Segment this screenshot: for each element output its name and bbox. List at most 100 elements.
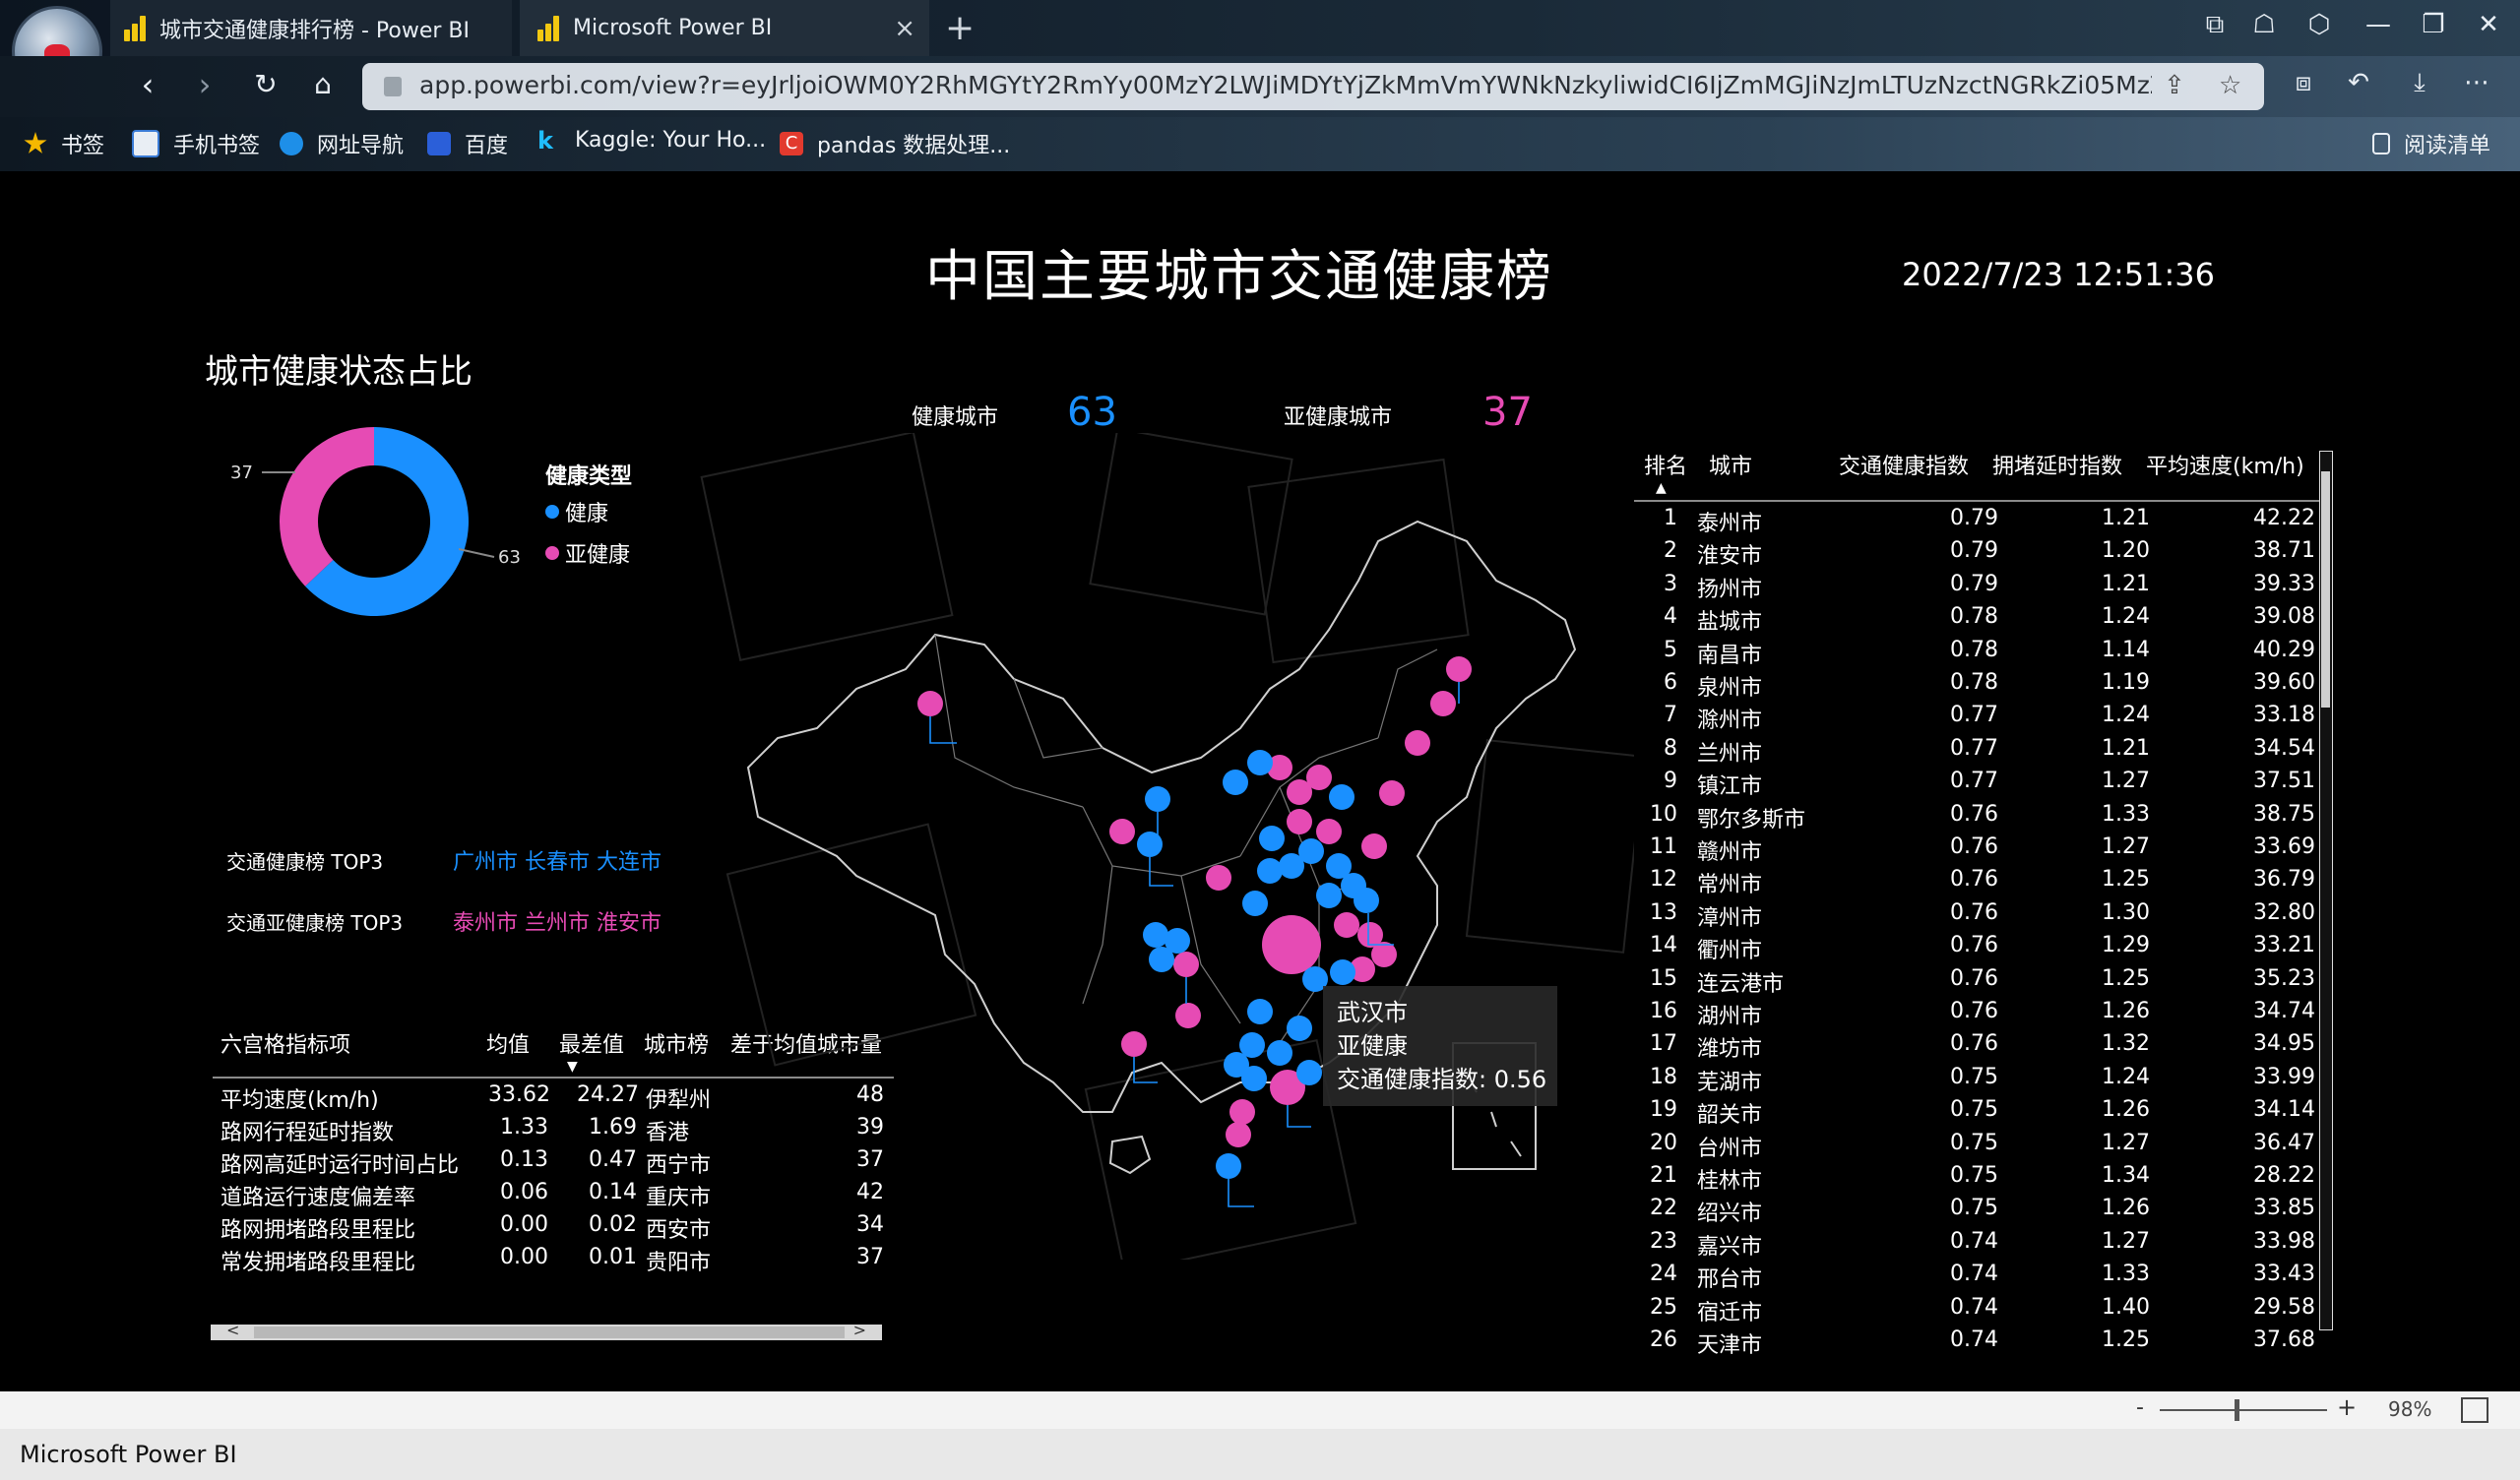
map-pin[interactable] bbox=[1247, 750, 1273, 775]
map-pin[interactable] bbox=[1247, 999, 1273, 1024]
collections-icon[interactable]: ☖ bbox=[2244, 10, 2284, 39]
table-row[interactable]: 7 滁州市 0.77 1.24 33.18 bbox=[1634, 703, 2319, 735]
health-donut-chart[interactable] bbox=[266, 413, 482, 630]
map-pin[interactable] bbox=[1296, 1060, 1322, 1085]
more-menu-icon[interactable]: ⋯ bbox=[2455, 68, 2498, 97]
home-icon[interactable]: ⌂ bbox=[301, 68, 345, 100]
map-pin[interactable] bbox=[1298, 838, 1324, 864]
map-pin[interactable] bbox=[1242, 891, 1268, 916]
table-row[interactable]: 2 淮安市 0.79 1.20 38.71 bbox=[1634, 538, 2319, 571]
table-row[interactable]: 23 嘉兴市 0.74 1.27 33.98 bbox=[1634, 1229, 2319, 1262]
table-row[interactable]: 18 芜湖市 0.75 1.24 33.99 bbox=[1634, 1065, 2319, 1097]
hex-table-scrollbar[interactable]: < > bbox=[211, 1321, 882, 1340]
table-row[interactable]: 6 泉州市 0.78 1.19 39.60 bbox=[1634, 670, 2319, 703]
table-row[interactable]: 12 常州市 0.76 1.25 36.79 bbox=[1634, 867, 2319, 899]
bookmark-baidu[interactable]: 百度 bbox=[427, 128, 508, 159]
table-row[interactable]: 5 南昌市 0.78 1.14 40.29 bbox=[1634, 638, 2319, 670]
hex-header-metric[interactable]: 六宫格指标项 bbox=[220, 1027, 350, 1059]
table-row[interactable]: 21 桂林市 0.75 1.34 28.22 bbox=[1634, 1163, 2319, 1196]
map-pin[interactable] bbox=[1149, 947, 1174, 972]
map-pin[interactable] bbox=[1109, 819, 1135, 844]
close-window-button[interactable]: ✕ bbox=[2469, 10, 2508, 39]
map-pin[interactable] bbox=[1405, 730, 1430, 756]
map-pin[interactable] bbox=[1446, 656, 1472, 682]
map-pin[interactable] bbox=[1379, 780, 1405, 806]
map-pin-wuhan[interactable] bbox=[1262, 915, 1321, 974]
rank-header-rank[interactable]: 排名 bbox=[1644, 449, 1687, 480]
map-pin[interactable] bbox=[1226, 1122, 1251, 1147]
fit-to-page-icon[interactable] bbox=[2461, 1397, 2488, 1423]
table-row[interactable]: 9 镇江市 0.77 1.27 37.51 bbox=[1634, 769, 2319, 801]
rank-header-health[interactable]: 交通健康指数 bbox=[1839, 449, 1969, 480]
table-row[interactable]: 25 宿迁市 0.74 1.40 29.58 bbox=[1634, 1295, 2319, 1327]
map-pin[interactable] bbox=[1143, 922, 1168, 948]
map-pin[interactable] bbox=[1371, 942, 1397, 967]
minimize-button[interactable]: — bbox=[2359, 10, 2398, 39]
map-pin[interactable] bbox=[1306, 765, 1332, 790]
undo-icon[interactable]: ↶ bbox=[2337, 68, 2380, 97]
extensions-puzzle-icon[interactable]: ⧈ bbox=[2282, 68, 2325, 98]
scroll-left-icon[interactable]: < bbox=[226, 1321, 239, 1339]
table-row[interactable]: 1 泰州市 0.79 1.21 42.22 bbox=[1634, 506, 2319, 538]
table-row[interactable]: 19 韶关市 0.75 1.26 34.14 bbox=[1634, 1097, 2319, 1130]
table-row[interactable]: 3 扬州市 0.79 1.21 39.33 bbox=[1634, 572, 2319, 604]
map-pin[interactable] bbox=[1287, 809, 1312, 834]
zoom-in-button[interactable]: + bbox=[2337, 1393, 2357, 1421]
tab-city-traffic[interactable]: 城市交通健康排行榜 - Power BI bbox=[110, 0, 512, 56]
map-pin[interactable] bbox=[1330, 959, 1355, 985]
china-map[interactable] bbox=[689, 433, 1634, 1260]
rank-header-city[interactable]: 城市 bbox=[1709, 449, 1752, 480]
share-icon[interactable]: ⇪ bbox=[2164, 71, 2185, 100]
table-row[interactable]: 14 衢州市 0.76 1.29 33.21 bbox=[1634, 933, 2319, 965]
tab-powerbi[interactable]: Microsoft Power BI × bbox=[520, 0, 929, 56]
map-pin[interactable] bbox=[1121, 1031, 1147, 1057]
table-row[interactable]: 8 兰州市 0.77 1.21 34.54 bbox=[1634, 736, 2319, 769]
scroll-right-icon[interactable]: > bbox=[853, 1321, 866, 1339]
zoom-out-button[interactable]: - bbox=[2136, 1395, 2144, 1420]
favorite-star-icon[interactable]: ☆ bbox=[2219, 71, 2241, 100]
scrollbar-thumb[interactable] bbox=[254, 1326, 845, 1338]
map-pin[interactable] bbox=[1361, 833, 1387, 859]
map-pin[interactable] bbox=[1334, 912, 1359, 938]
hex-header-mean[interactable]: 均值 bbox=[486, 1027, 530, 1059]
map-pin[interactable] bbox=[1257, 858, 1283, 884]
map-pin[interactable] bbox=[1206, 865, 1231, 891]
restore-button[interactable]: ❐ bbox=[2414, 10, 2453, 39]
bookmark-pandas[interactable]: C pandas 数据处理... bbox=[780, 128, 1010, 159]
city-pins[interactable] bbox=[917, 656, 1472, 1207]
map-pin[interactable] bbox=[1287, 1016, 1312, 1041]
bookmark-kaggle[interactable]: k Kaggle: Your Ho... bbox=[537, 128, 766, 153]
legend-item-subhealthy[interactable]: 亚健康 bbox=[545, 537, 630, 569]
reading-list[interactable]: 阅读清单 bbox=[2372, 128, 2490, 159]
table-row[interactable]: 13 漳州市 0.76 1.30 32.80 bbox=[1634, 900, 2319, 933]
map-pin[interactable] bbox=[1267, 1040, 1292, 1066]
zoom-slider-thumb[interactable] bbox=[2235, 1399, 2239, 1421]
ranking-scrollbar[interactable] bbox=[2319, 451, 2333, 1330]
table-row[interactable]: 20 台州市 0.75 1.27 36.47 bbox=[1634, 1131, 2319, 1163]
new-tab-button[interactable]: + bbox=[945, 8, 975, 48]
map-pin[interactable] bbox=[1316, 883, 1342, 908]
table-row[interactable]: 15 连云港市 0.76 1.25 35.23 bbox=[1634, 966, 2319, 999]
rank-header-congestion[interactable]: 拥堵延时指数 bbox=[1992, 449, 2122, 480]
bookmark-nav[interactable]: 网址导航 bbox=[280, 128, 404, 159]
table-row[interactable]: 24 邢台市 0.74 1.33 33.43 bbox=[1634, 1262, 2319, 1294]
map-pin[interactable] bbox=[1430, 691, 1456, 716]
donut-slice-subhealthy[interactable] bbox=[280, 427, 374, 586]
table-row[interactable]: 11 赣州市 0.76 1.27 33.69 bbox=[1634, 834, 2319, 867]
url-field[interactable]: app.powerbi.com/view?r=eyJrljoiOWM0Y2RhM… bbox=[362, 63, 2264, 110]
extensions-icon[interactable]: ⬡ bbox=[2300, 10, 2339, 39]
map-pin[interactable] bbox=[1173, 952, 1199, 977]
map-pin[interactable] bbox=[1223, 770, 1248, 795]
table-row[interactable]: 4 盐城市 0.78 1.24 39.08 bbox=[1634, 604, 2319, 637]
bookmark-mobile[interactable]: 手机书签 bbox=[132, 128, 260, 159]
map-pin[interactable] bbox=[1354, 888, 1379, 913]
table-row[interactable]: 16 湖州市 0.76 1.26 34.74 bbox=[1634, 999, 2319, 1031]
legend-item-healthy[interactable]: 健康 bbox=[545, 496, 608, 527]
table-row[interactable]: 10 鄂尔多斯市 0.76 1.33 38.75 bbox=[1634, 802, 2319, 834]
map-pin[interactable] bbox=[1241, 1066, 1267, 1091]
map-pin[interactable] bbox=[1137, 832, 1163, 857]
map-pin[interactable] bbox=[917, 691, 943, 716]
tab-actions-icon[interactable]: ⧉ bbox=[2195, 10, 2235, 40]
healthy-pins[interactable] bbox=[1137, 750, 1379, 1179]
forward-button[interactable]: › bbox=[183, 66, 226, 103]
